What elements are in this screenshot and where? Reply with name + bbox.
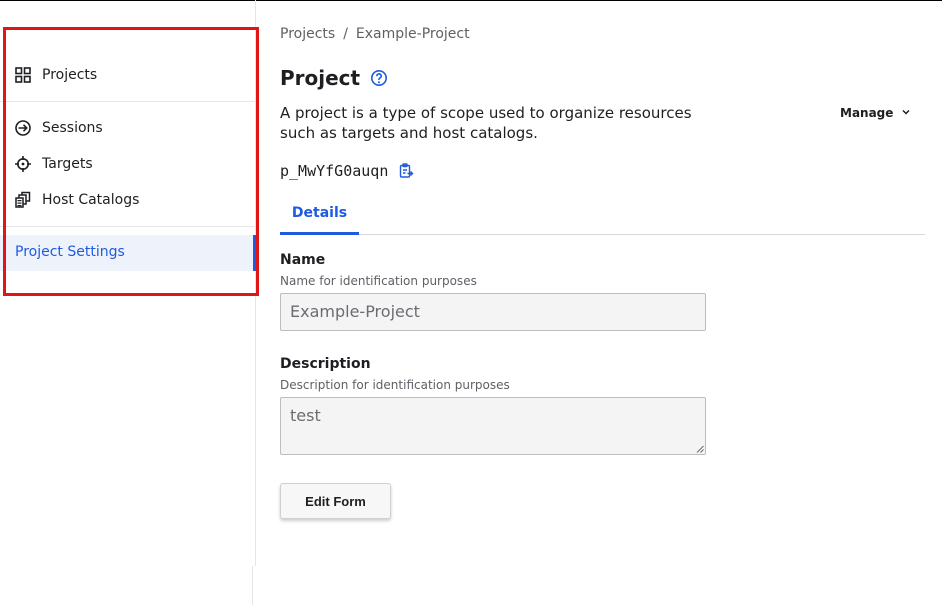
sidebar-item-project-settings[interactable]: Project Settings <box>0 235 256 271</box>
description-field[interactable]: test <box>280 397 706 455</box>
page-title-text: Project <box>280 66 361 90</box>
sidebar-border-lower <box>252 566 253 605</box>
manage-dropdown[interactable]: Manage <box>840 106 911 120</box>
name-field[interactable]: Example-Project <box>280 293 706 331</box>
project-id: p_MwYfG0auqn <box>280 162 414 180</box>
sidebar: Projects Sessions Targets Host Catalogs … <box>0 0 256 605</box>
sidebar-item-sessions[interactable]: Sessions <box>0 110 256 146</box>
breadcrumb-separator: / <box>343 26 348 42</box>
breadcrumb-projects[interactable]: Projects <box>280 26 335 42</box>
page-description: A project is a type of scope used to org… <box>280 104 692 142</box>
description-helper: Description for identification purposes <box>280 378 510 392</box>
name-label: Name <box>280 252 326 268</box>
host-catalogs-icon <box>14 191 32 209</box>
edit-form-button[interactable]: Edit Form <box>280 483 391 519</box>
name-helper: Name for identification purposes <box>280 274 477 288</box>
grid-icon <box>14 66 32 84</box>
crosshair-icon <box>14 155 32 173</box>
manage-label: Manage <box>840 106 894 120</box>
tab-details[interactable]: Details <box>280 195 359 235</box>
chevron-down-icon <box>901 106 911 120</box>
sidebar-divider <box>0 101 256 102</box>
sidebar-item-label: Projects <box>42 67 98 83</box>
sidebar-divider <box>0 226 256 227</box>
breadcrumb-current[interactable]: Example-Project <box>356 26 470 42</box>
tabs: Details <box>280 195 925 235</box>
sidebar-item-label: Sessions <box>42 120 103 136</box>
sidebar-item-projects[interactable]: Projects <box>0 57 256 93</box>
description-label: Description <box>280 356 371 372</box>
sidebar-item-label: Project Settings <box>15 244 125 260</box>
sidebar-item-label: Targets <box>42 156 93 172</box>
breadcrumb: Projects / Example-Project <box>280 26 470 42</box>
help-icon[interactable] <box>370 69 388 87</box>
description-value: test <box>290 406 321 425</box>
sessions-icon <box>14 119 32 137</box>
sidebar-item-host-catalogs[interactable]: Host Catalogs <box>0 182 256 218</box>
project-id-text: p_MwYfG0auqn <box>280 162 389 180</box>
resize-grip-icon[interactable] <box>696 445 704 453</box>
sidebar-item-label: Host Catalogs <box>42 192 140 208</box>
sidebar-item-targets[interactable]: Targets <box>0 146 256 182</box>
copy-icon[interactable] <box>398 163 414 179</box>
page-title: Project <box>280 66 388 90</box>
